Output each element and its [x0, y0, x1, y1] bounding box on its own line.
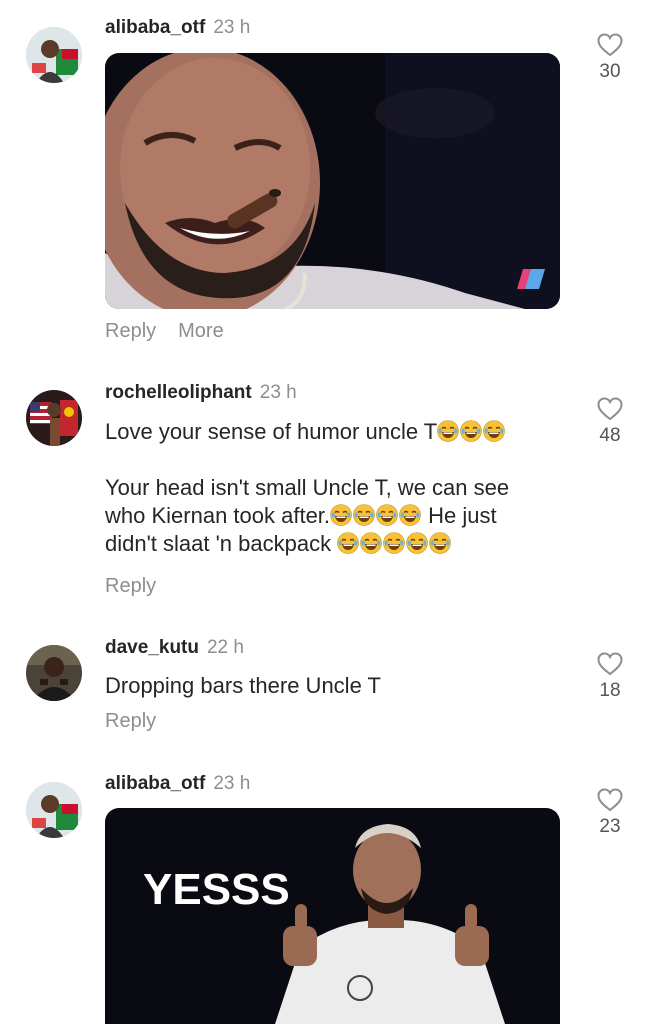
tears-of-joy-emoji [460, 420, 482, 442]
like-control: 23 [592, 788, 628, 838]
comment-header: dave_kutu 22 h [105, 636, 244, 660]
tears-of-joy-emoji [399, 504, 421, 526]
gif-image [105, 53, 560, 309]
comment-line: He just [422, 503, 497, 528]
avatar[interactable] [26, 390, 82, 446]
comment-actions: Reply [105, 575, 178, 598]
tears-of-joy-emoji [483, 420, 505, 442]
username[interactable]: alibaba_otf [105, 17, 205, 38]
comment-line: Dropping bars there Uncle T [105, 673, 381, 698]
comment-header: alibaba_otf 23 h [105, 16, 250, 40]
comment-line: Your head isn't small Uncle T, we can se… [105, 475, 510, 500]
tears-of-joy-emoji [353, 504, 375, 526]
tears-of-joy-emoji [437, 420, 459, 442]
username[interactable]: alibaba_otf [105, 773, 205, 794]
avatar[interactable] [26, 645, 82, 701]
tears-of-joy-emoji [429, 532, 451, 554]
heart-outline-icon[interactable] [597, 652, 623, 676]
tears-of-joy-emoji [383, 532, 405, 554]
like-count: 48 [599, 425, 621, 446]
avatar[interactable] [26, 782, 82, 838]
heart-outline-icon[interactable] [597, 33, 623, 57]
like-count: 30 [599, 61, 621, 82]
comment-2: rochelleoliphant 23 h Love your sense of … [0, 370, 659, 610]
reply-button[interactable]: Reply [105, 320, 156, 342]
comment-actions: Reply More [105, 320, 246, 343]
comment-actions: Reply [105, 710, 178, 733]
comment-line: didn't slaat 'n backpack [105, 531, 332, 556]
comment-3: dave_kutu 22 h Dropping bars there Uncle … [0, 625, 659, 745]
tears-of-joy-emoji [337, 532, 359, 554]
username[interactable]: dave_kutu [105, 637, 199, 658]
like-count: 18 [599, 680, 621, 701]
tears-of-joy-emoji [406, 532, 428, 554]
heart-outline-icon[interactable] [597, 397, 623, 421]
tears-of-joy-emoji [376, 504, 398, 526]
like-count: 23 [599, 816, 621, 837]
tears-of-joy-emoji [360, 532, 382, 554]
avatar-image [26, 645, 82, 701]
comment-1: alibaba_otf 23 h Reply More 30 [0, 0, 659, 360]
avatar-image [26, 390, 82, 446]
gif-attachment[interactable] [105, 53, 560, 309]
avatar-image [26, 27, 82, 83]
avatar[interactable] [26, 27, 82, 83]
like-control: 30 [592, 33, 628, 83]
avatar-image [26, 782, 82, 838]
reply-button[interactable]: Reply [105, 575, 156, 597]
comment-line: who Kiernan took after. [105, 503, 331, 528]
tears-of-joy-emoji [330, 504, 352, 526]
more-button[interactable]: More [178, 320, 224, 342]
like-control: 18 [592, 652, 628, 702]
gif-attachment[interactable]: YESSS [105, 808, 560, 1024]
timestamp: 23 h [213, 773, 251, 794]
reply-button[interactable]: Reply [105, 710, 156, 732]
comment-header: rochelleoliphant 23 h [105, 381, 297, 405]
comment-line: Love your sense of humor uncle T [105, 419, 438, 444]
like-control: 48 [592, 397, 628, 447]
heart-outline-icon[interactable] [597, 788, 623, 812]
timestamp: 23 h [259, 382, 297, 403]
comment-text: Dropping bars there Uncle T [105, 672, 575, 700]
timestamp: 22 h [206, 637, 244, 658]
timestamp: 23 h [213, 17, 251, 38]
comment-text: Love your sense of humor uncle T Your he… [105, 418, 575, 558]
gif-image: YESSS [105, 808, 560, 1024]
username[interactable]: rochelleoliphant [105, 382, 252, 403]
comment-header: alibaba_otf 23 h [105, 772, 250, 796]
gif-caption: YESSS [143, 865, 290, 914]
comment-4: alibaba_otf 23 h YESSS 23 [0, 760, 659, 1024]
